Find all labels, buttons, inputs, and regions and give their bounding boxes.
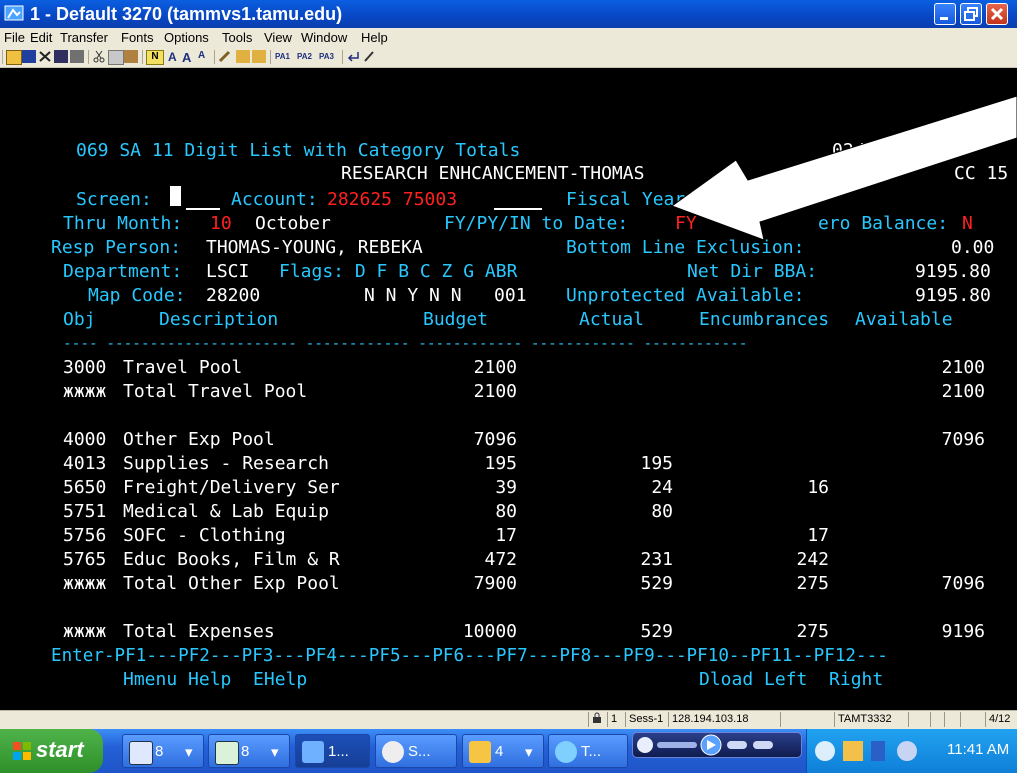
copy-icon[interactable] (108, 50, 124, 65)
system-tray: 11:41 AM (806, 729, 1017, 773)
restore-icon (964, 7, 978, 21)
keymap-icon[interactable]: N (146, 50, 164, 65)
tray-volume-icon[interactable] (897, 741, 917, 761)
paste-icon[interactable] (124, 50, 138, 63)
network-icon[interactable] (815, 741, 835, 761)
save-icon[interactable] (54, 50, 68, 63)
app-icon (382, 741, 404, 763)
chevron-down-icon: ▾ (525, 744, 533, 761)
disconnect-icon[interactable] (22, 50, 36, 63)
lu-name: TAMT3332 (834, 712, 910, 727)
chevron-down-icon: ▾ (185, 744, 193, 761)
taskbar-folder-count: 4 (495, 743, 504, 760)
font-larger-icon[interactable]: A (182, 50, 196, 65)
taskbar: start 8 ▾ 8 ▾ 1... S... 4 ▾ T... 11:41 A… (0, 729, 1017, 773)
terminal-screen[interactable]: 069 SA 11 Digit List with Category Total… (0, 68, 1017, 710)
start-button[interactable]: start (0, 729, 103, 773)
taskbar-terminal[interactable]: 1... (295, 734, 370, 768)
status-bar: 1 Sess-1 128.194.103.18 TAMT3332 4/12 (0, 710, 1017, 729)
host-ip: 128.194.103.18 (668, 712, 782, 727)
minimize-button[interactable] (934, 3, 956, 25)
tools-icon[interactable] (218, 50, 232, 63)
pa1-key[interactable]: PA1 (275, 52, 295, 65)
media-player-toolbar[interactable] (632, 732, 802, 758)
window-titlebar[interactable]: 1 - Default 3270 (tammvs1.tamu.edu) (0, 0, 1017, 28)
taskbar-excel-count: 8 (241, 743, 250, 760)
clear-key-icon[interactable] (362, 50, 376, 63)
taskbar-ie-label: T... (581, 743, 602, 760)
restore-button[interactable] (960, 3, 982, 25)
window-title: 1 - Default 3270 (tammvs1.tamu.edu) (30, 4, 343, 24)
taskbar-word-group[interactable]: 8 ▾ (122, 734, 204, 768)
delete-icon[interactable] (38, 50, 52, 63)
taskbar-word-count: 8 (155, 743, 164, 760)
menu-help[interactable]: Help (361, 30, 388, 45)
taskbar-ie[interactable]: T... (548, 734, 628, 768)
terminal-icon (302, 741, 324, 763)
taskbar-terminal-label: 1... (328, 743, 349, 760)
minimize-icon (940, 17, 948, 20)
receive-file-icon[interactable] (252, 50, 266, 63)
excel-icon (215, 741, 239, 765)
pa2-key[interactable]: PA2 (297, 52, 317, 65)
ie-icon (555, 741, 577, 763)
clock: 11:41 AM (947, 741, 1010, 758)
menu-transfer[interactable]: Transfer (60, 30, 108, 45)
menu-tools[interactable]: Tools (222, 30, 252, 45)
menu-options[interactable]: Options (164, 30, 209, 45)
tray-app-icon[interactable] (871, 741, 885, 761)
pa3-key[interactable]: PA3 (319, 52, 339, 65)
taskbar-app[interactable]: S... (375, 734, 457, 768)
toolbar: N A A A PA1 PA2 PA3 (0, 47, 1017, 68)
session-number: 1 (607, 712, 625, 727)
terminal-app-icon (4, 5, 24, 21)
chevron-down-icon: ▾ (271, 744, 279, 761)
annotation-arrow (670, 95, 1017, 241)
taskbar-folder-group[interactable]: 4 ▾ (462, 734, 544, 768)
enter-key-icon[interactable] (346, 50, 360, 63)
status-blank-2 (908, 712, 932, 727)
media-controls-icon (637, 734, 773, 756)
status-blank-1 (780, 712, 836, 727)
session-name: Sess-1 (625, 712, 669, 727)
menu-window[interactable]: Window (301, 30, 347, 45)
font-a-icon[interactable]: A (168, 50, 182, 64)
close-button[interactable] (986, 3, 1008, 25)
messenger-icon[interactable] (843, 741, 863, 761)
cut-icon[interactable] (92, 50, 106, 63)
folder-icon (469, 741, 491, 763)
menu-edit[interactable]: Edit (30, 30, 52, 45)
menu-file[interactable]: File (4, 30, 25, 45)
cursor-position: 4/12 (985, 712, 1017, 727)
start-label: start (36, 737, 84, 762)
word-icon (129, 741, 153, 765)
close-icon (990, 7, 1004, 21)
status-blank-5 (960, 712, 976, 727)
menu-bar: File Edit Transfer Fonts Options Tools V… (0, 28, 1017, 47)
taskbar-app-label: S... (408, 743, 431, 760)
menu-fonts[interactable]: Fonts (121, 30, 154, 45)
font-smaller-icon[interactable]: A (198, 50, 212, 63)
print-icon[interactable] (70, 50, 84, 63)
connect-icon[interactable] (6, 50, 22, 65)
menu-view[interactable]: View (264, 30, 292, 45)
taskbar-excel-group[interactable]: 8 ▾ (208, 734, 290, 768)
status-blank-4 (944, 712, 960, 727)
windows-logo-icon (13, 742, 31, 760)
send-file-icon[interactable] (236, 50, 250, 63)
